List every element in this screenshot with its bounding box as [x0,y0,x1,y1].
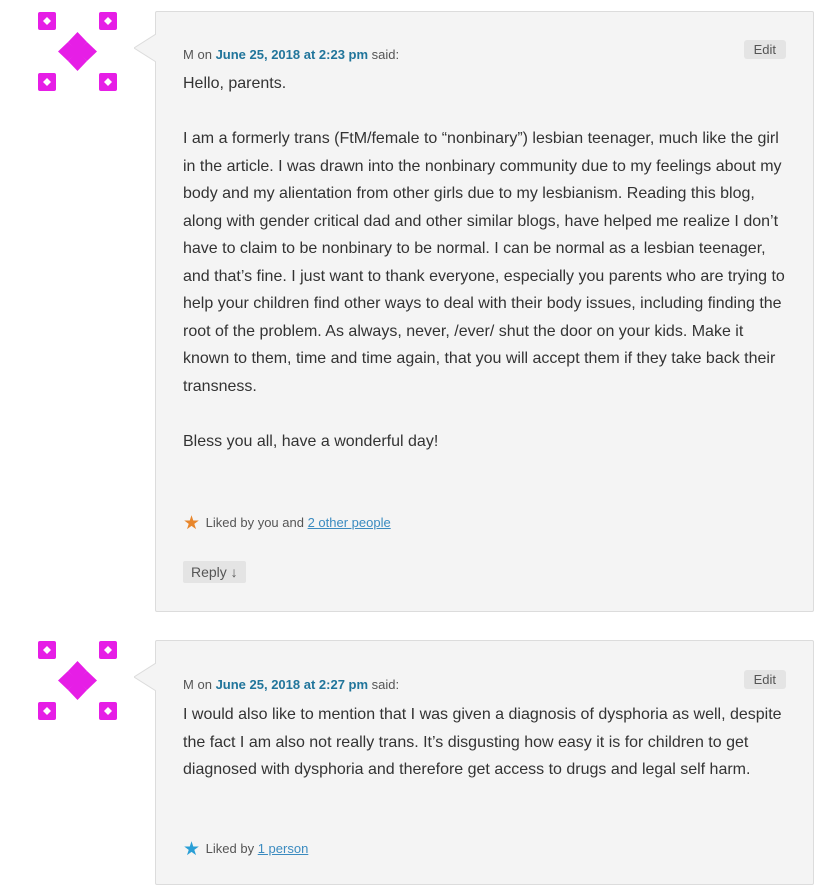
star-icon: ★ [183,839,201,860]
comment-bubble: M on June 25, 2018 at 2:23 pm said: Edit… [134,11,814,612]
reply-button[interactable]: Reply ↓ [183,561,246,583]
comment-body: I would also like to mention that I was … [183,701,787,811]
comment-date-link[interactable]: June 25, 2018 at 2:27 pm [216,677,368,692]
comment-body: Hello, parents. I am a formerly trans (F… [183,70,787,483]
likes-people-link[interactable]: 2 other people [308,515,391,530]
comment-paragraph: Bless you all, have a wonderful day! [183,432,439,450]
meta-on: on [197,677,212,692]
comment-paragraph: I am a formerly trans (FtM/female to “no… [183,130,785,395]
comment-paragraph: I would also like to mention that I was … [183,706,782,778]
comment-meta: M on June 25, 2018 at 2:23 pm said: [183,47,399,62]
edit-button[interactable]: Edit [743,40,786,59]
edit-button[interactable]: Edit [743,670,786,689]
meta-said: said: [371,47,400,62]
comment-bubble: M on June 25, 2018 at 2:27 pm said: Edit… [134,640,814,885]
meta-said: said: [371,677,400,692]
identicon-avatar[interactable] [38,12,117,91]
likes-text: Liked by you and [205,515,304,530]
likes-line: ★ Liked by 1 person [183,840,308,859]
star-icon: ★ [183,513,201,534]
comment-author[interactable]: M [183,677,194,692]
likes-line: ★ Liked by you and 2 other people [183,514,391,533]
bubble-pointer [134,663,156,692]
likes-people-link[interactable]: 1 person [258,841,309,856]
identicon-avatar[interactable] [38,641,117,720]
comment-date-link[interactable]: June 25, 2018 at 2:23 pm [216,47,368,62]
bubble-pointer [134,34,156,63]
comment-paragraph: Hello, parents. [183,75,287,92]
meta-on: on [197,47,212,62]
comment-author[interactable]: M [183,47,194,62]
comment-meta: M on June 25, 2018 at 2:27 pm said: [183,677,399,692]
likes-text: Liked by [205,841,255,856]
